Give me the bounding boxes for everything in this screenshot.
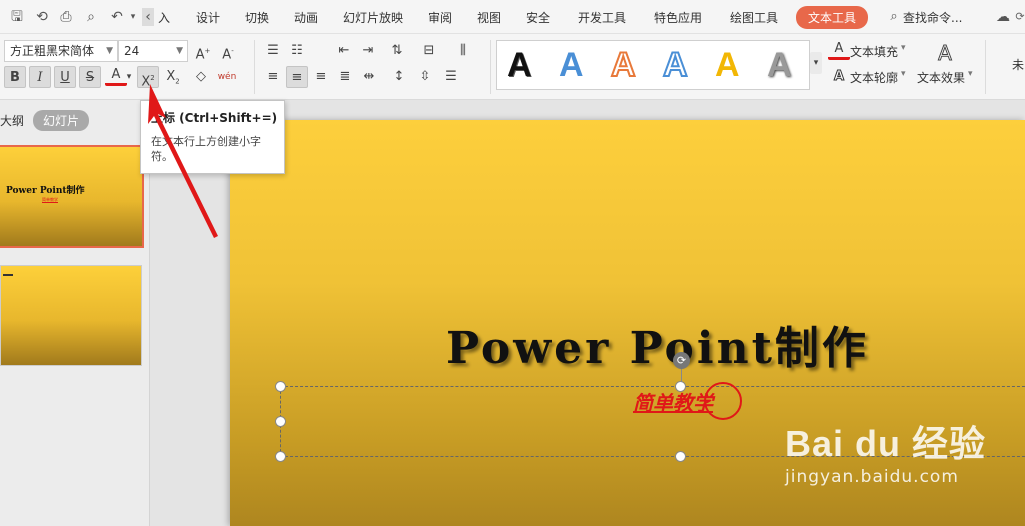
watermark: Bai du 经验 jingyan.baidu.com — [785, 415, 986, 487]
watermark-url: jingyan.baidu.com — [785, 467, 959, 487]
watermark-brand: Bai du 经验 — [785, 423, 987, 464]
arrow-shape — [148, 84, 218, 238]
